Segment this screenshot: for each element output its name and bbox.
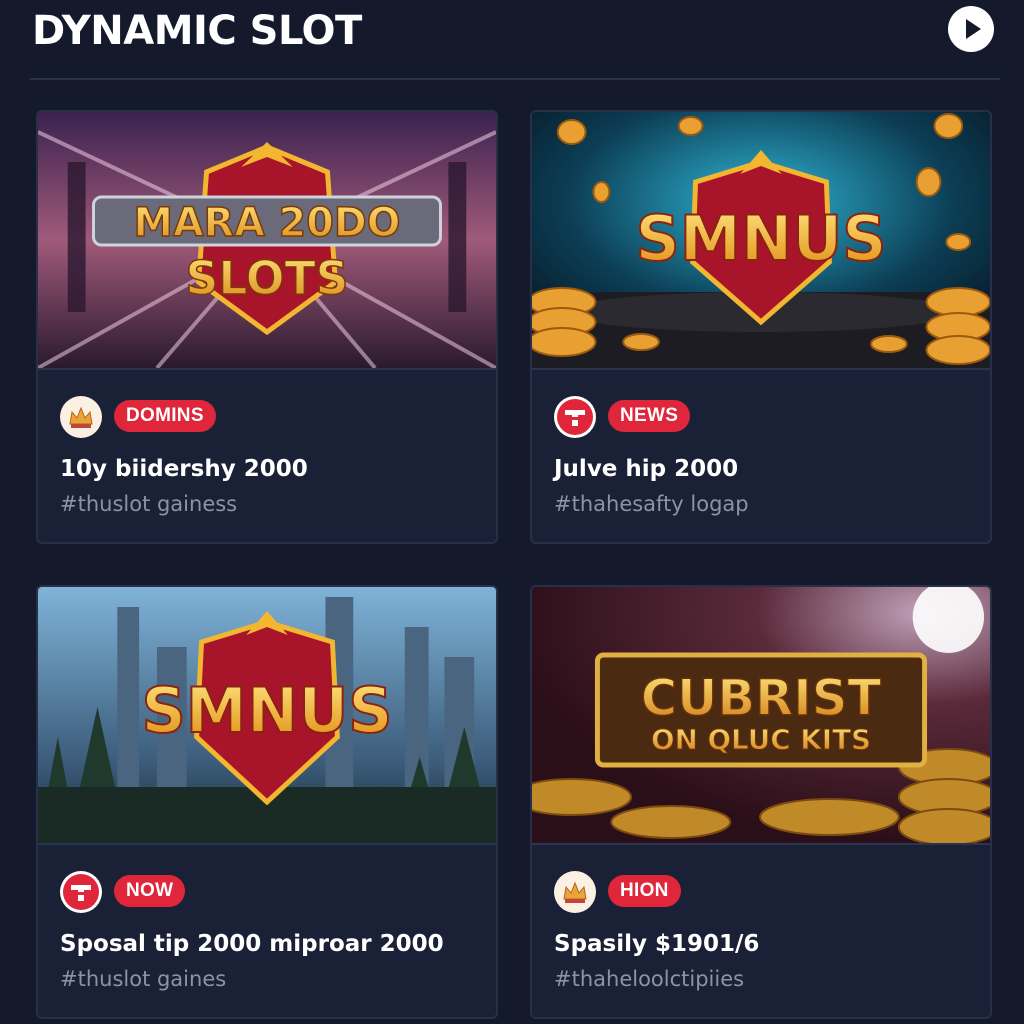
card-title[interactable]: Julve hip 2000: [554, 456, 738, 482]
slot-card[interactable]: MARA 20DO SLOTS DOMINS 10y biidershy 200…: [36, 110, 498, 544]
slot-card-body: NOW Sposal tip 2000 miproar 2000 #thuslo…: [38, 843, 496, 1017]
slot-card-body: DOMINS 10y biidershy 2000 #thuslot gaine…: [38, 368, 496, 542]
art-subtitle: SLOTS: [186, 251, 349, 305]
art-subtitle: ON QLUC KITS: [651, 723, 871, 756]
slot-card[interactable]: SMNUS NEWS Julve hip 2000 #thahesafty lo…: [530, 110, 992, 544]
slot-card[interactable]: CUBRIST ON QLUC KITS HION Spasily $1901/…: [530, 585, 992, 1019]
avatar: [554, 871, 596, 913]
header-divider: [30, 78, 1000, 80]
card-tag[interactable]: #thuslot gainess: [60, 492, 237, 516]
category-badge[interactable]: HION: [608, 875, 681, 907]
art-title: SMNUS: [142, 675, 393, 747]
art-title: MARA 20DO: [134, 200, 401, 246]
crown-icon: [563, 881, 587, 903]
crown-icon: [69, 406, 93, 428]
art-title: SMNUS: [636, 203, 887, 275]
avatar: [554, 396, 596, 438]
slot-card-image[interactable]: MARA 20DO SLOTS: [38, 112, 496, 368]
play-button[interactable]: [948, 6, 994, 52]
category-badge[interactable]: DOMINS: [114, 400, 216, 432]
brand-logo-icon: [557, 399, 593, 435]
page-title: DYNAMIC SLOT: [32, 8, 362, 54]
slot-card-body: HION Spasily $1901/6 #thaheloolctipiies: [532, 843, 990, 1017]
card-title[interactable]: 10y biidershy 2000: [60, 456, 308, 482]
category-badge[interactable]: NOW: [114, 875, 186, 907]
header: DYNAMIC SLOT: [0, 0, 1024, 80]
avatar: [60, 396, 102, 438]
card-tag[interactable]: #thaheloolctipiies: [554, 967, 744, 991]
card-tag[interactable]: #thahesafty logap: [554, 492, 749, 516]
card-title[interactable]: Spasily $1901/6: [554, 931, 759, 957]
art-title: CUBRIST: [641, 669, 881, 727]
brand-logo-icon: [63, 874, 99, 910]
slot-card-image[interactable]: SMNUS: [38, 587, 496, 843]
slot-card-image[interactable]: SMNUS: [532, 112, 990, 368]
play-icon: [966, 19, 981, 39]
slot-card-image[interactable]: CUBRIST ON QLUC KITS: [532, 587, 990, 843]
card-tag[interactable]: #thuslot gaines: [60, 967, 226, 991]
category-badge[interactable]: NEWS: [608, 400, 691, 432]
slot-card-body: NEWS Julve hip 2000 #thahesafty logap: [532, 368, 990, 542]
slot-card[interactable]: SMNUS NOW Sposal tip 2000 miproar 2000 #…: [36, 585, 498, 1019]
card-title[interactable]: Sposal tip 2000 miproar 2000: [60, 931, 444, 957]
avatar: [60, 871, 102, 913]
